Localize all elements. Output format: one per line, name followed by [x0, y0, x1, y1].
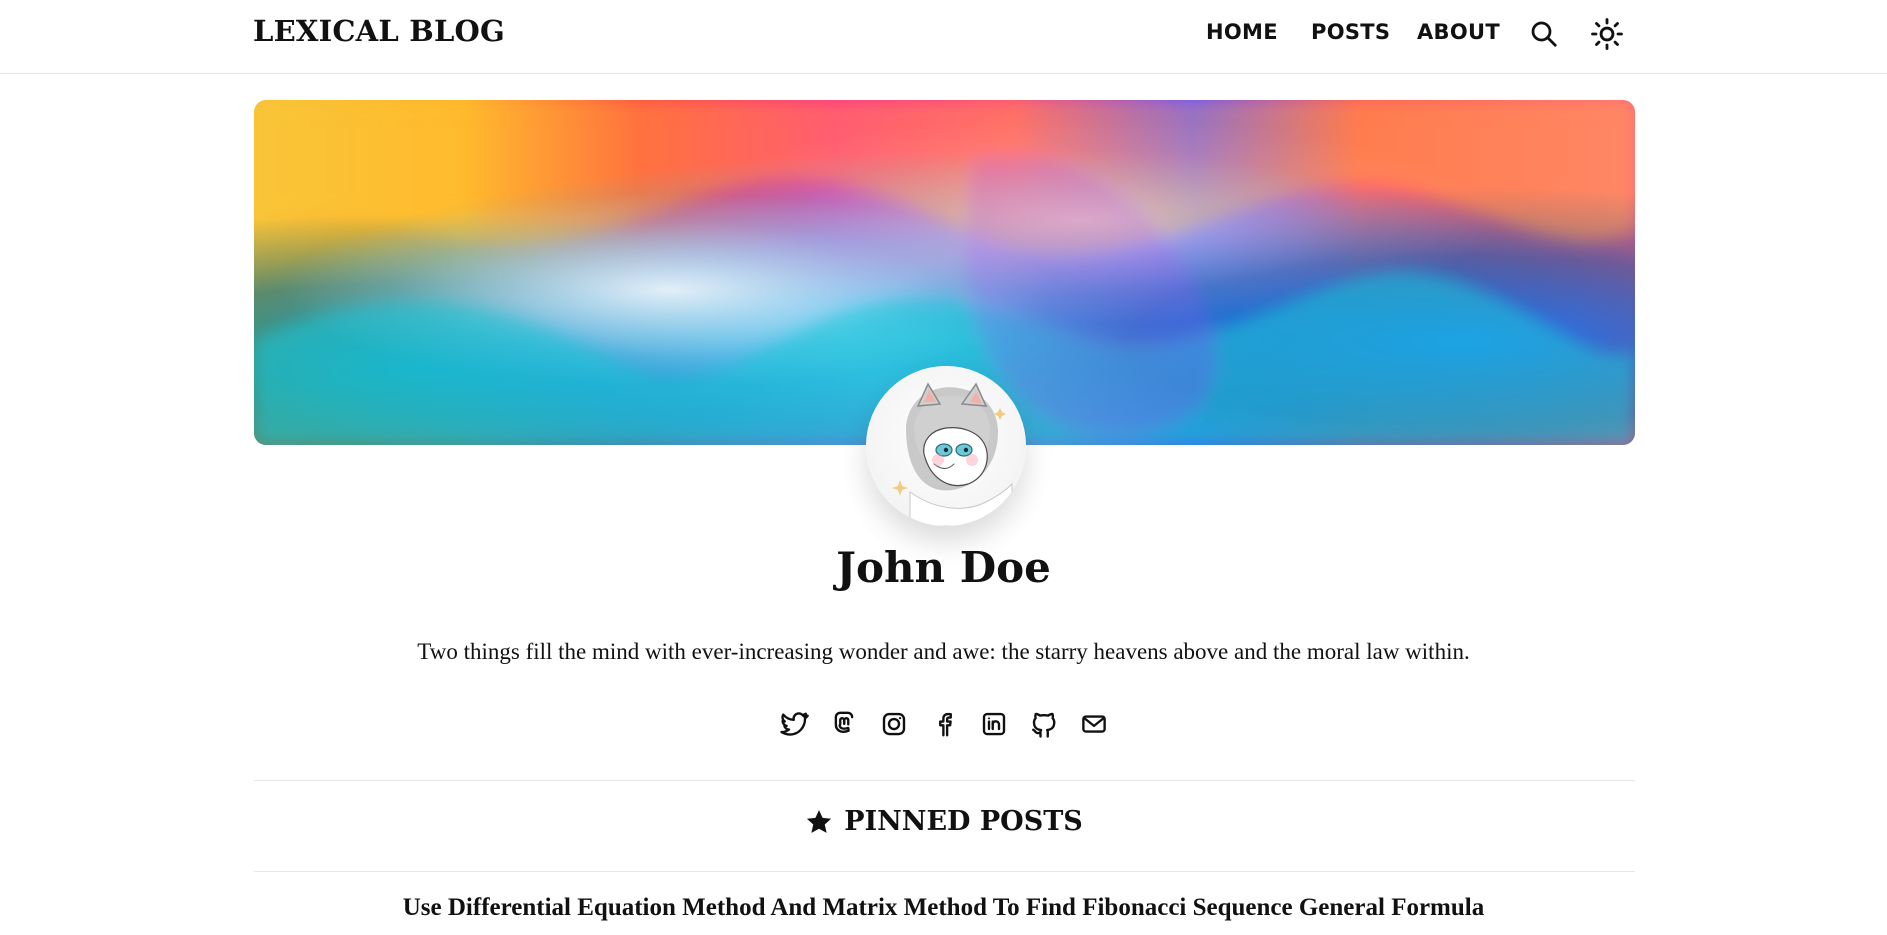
- search-button[interactable]: [1526, 16, 1562, 52]
- profile-bio: Two things fill the mind with ever-incre…: [417, 639, 1470, 664]
- avatar-illustration: [866, 366, 1026, 526]
- profile-name: John Doe: [836, 543, 1051, 592]
- top-navigation-bar: LEXICAL BLOG HOME POSTS ABOUT: [0, 0, 1887, 74]
- site-brand[interactable]: LEXICAL BLOG: [253, 14, 505, 48]
- section-divider: [254, 780, 1635, 781]
- star-icon: [807, 809, 832, 833]
- facebook-link[interactable]: [928, 706, 960, 742]
- social-links: [0, 706, 1887, 742]
- github-link[interactable]: [1028, 706, 1060, 742]
- instagram-icon: [882, 712, 905, 736]
- twitter-icon: [779, 712, 809, 736]
- mastodon-icon: [834, 711, 853, 733]
- mail-icon: [1081, 715, 1106, 733]
- sun-icon: [1591, 18, 1623, 50]
- section-divider: [254, 871, 1635, 872]
- nav-posts-link[interactable]: POSTS: [1311, 20, 1390, 44]
- mastodon-link[interactable]: [828, 706, 860, 742]
- linkedin-icon: [982, 712, 1005, 736]
- theme-toggle-button[interactable]: [1589, 16, 1625, 52]
- search-icon: [1531, 21, 1557, 47]
- email-link[interactable]: [1078, 706, 1110, 742]
- pinned-post-link[interactable]: Use Differential Equation Method And Mat…: [0, 894, 1887, 922]
- instagram-link[interactable]: [878, 706, 910, 742]
- linkedin-link[interactable]: [978, 706, 1010, 742]
- nav-about-link[interactable]: ABOUT: [1417, 20, 1500, 44]
- profile-avatar: [866, 366, 1026, 526]
- pinned-posts-heading: PINNED POSTS: [0, 806, 1887, 837]
- pinned-posts-title: PINNED POSTS: [844, 806, 1083, 837]
- nav-home-link[interactable]: HOME: [1206, 20, 1278, 44]
- github-icon: [1031, 712, 1055, 738]
- twitter-link[interactable]: [778, 706, 810, 742]
- facebook-icon: [938, 712, 952, 737]
